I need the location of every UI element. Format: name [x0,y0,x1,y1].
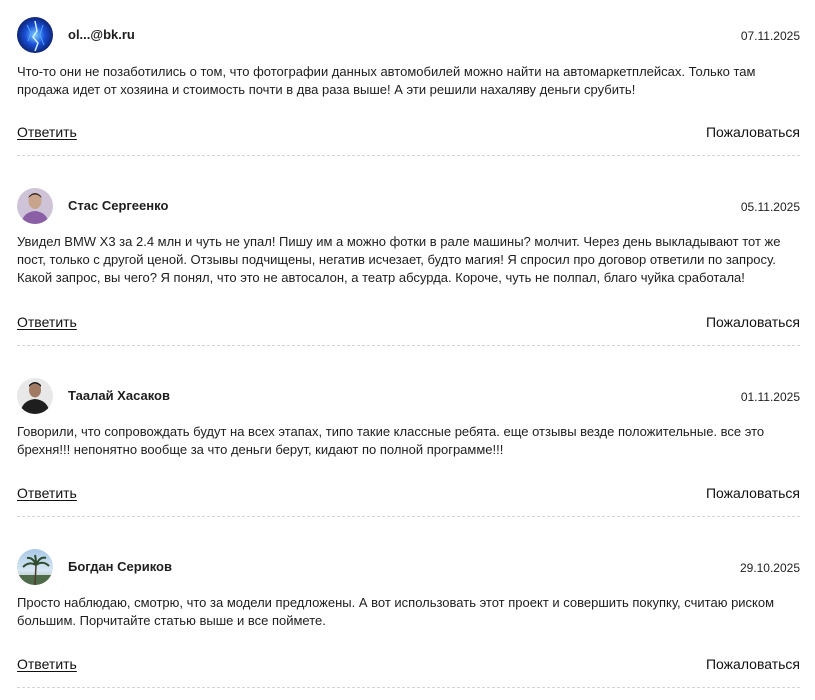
comment-divider [17,155,800,156]
comment-author: Богдан Сериков [68,559,172,574]
reply-link[interactable]: Ответить [17,485,77,501]
comment-date: 01.11.2025 [740,390,800,404]
comment-header: Богдан Сериков 29.10.2025 [17,549,800,587]
comment-actions: Ответить Пожаловаться [17,485,800,505]
comment-text: Говорили, что сопровождать будут на всех… [17,424,765,457]
comment-item: Богдан Сериков 29.10.2025 Просто наблюда… [17,549,800,688]
comment-author: ol...@bk.ru [68,27,135,42]
comment-divider [17,516,800,517]
comment-header: Таалай Хасаков 01.11.2025 [17,378,800,416]
comment-item: Стас Сергеенко 05.11.2025 Увидел BMW X3 … [17,188,800,346]
comments-list: ol...@bk.ru 07.11.2025 Что-то они не поз… [0,0,815,700]
comment-actions: Ответить Пожаловаться [17,656,800,676]
comment-date: 29.10.2025 [739,561,800,575]
report-link[interactable]: Пожаловаться [706,314,800,330]
man-photo-avatar-icon[interactable] [17,188,53,224]
palm-landscape-avatar-icon[interactable] [17,549,53,585]
blue-abstract-avatar-icon[interactable] [17,17,53,53]
comment-header: ol...@bk.ru 07.11.2025 [17,17,800,55]
comment-author: Стас Сергеенко [68,198,169,213]
comment-text: Что-то они не позаботились о том, что фо… [17,64,756,97]
comment-text: Просто наблюдаю, смотрю, что за модели п… [17,595,775,628]
comment-author: Таалай Хасаков [68,388,170,403]
comment-date: 07.11.2025 [740,29,800,43]
comment-divider [17,687,800,688]
report-link[interactable]: Пожаловаться [706,656,800,672]
comment-item: Таалай Хасаков 01.11.2025 Говорили, что … [17,378,800,517]
comment-divider [17,345,800,346]
comment-item: ol...@bk.ru 07.11.2025 Что-то они не поз… [17,17,800,156]
comment-date: 05.11.2025 [740,200,800,214]
report-link[interactable]: Пожаловаться [706,124,800,140]
comment-text: Увидел BMW X3 за 2.4 млн и чуть не упал!… [17,234,781,285]
comment-actions: Ответить Пожаловаться [17,124,800,144]
comment-actions: Ответить Пожаловаться [17,314,800,334]
comment-header: Стас Сергеенко 05.11.2025 [17,188,800,226]
report-link[interactable]: Пожаловаться [706,485,800,501]
reply-link[interactable]: Ответить [17,656,77,672]
dark-portrait-avatar-icon[interactable] [17,378,53,414]
reply-link[interactable]: Ответить [17,124,77,140]
reply-link[interactable]: Ответить [17,314,77,330]
